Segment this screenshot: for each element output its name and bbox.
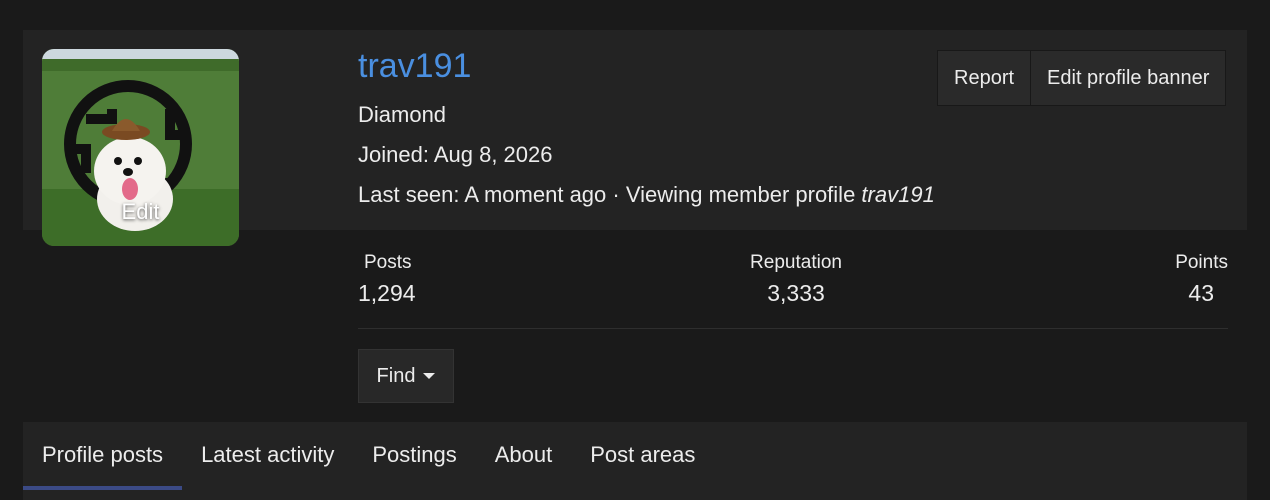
stat-posts[interactable]: Posts 1,294: [358, 252, 416, 307]
username-link[interactable]: trav191: [358, 47, 471, 86]
edit-profile-banner-button[interactable]: Edit profile banner: [1031, 51, 1226, 105]
avatar[interactable]: Edit: [42, 49, 239, 246]
last-seen-username: trav191: [861, 182, 935, 207]
last-seen-text: Last seen: A moment ago · Viewing member…: [358, 182, 862, 207]
find-dropdown-button[interactable]: Find: [358, 349, 454, 403]
tab-about[interactable]: About: [476, 422, 572, 488]
profile-actions: Report Edit profile banner: [937, 50, 1227, 106]
report-button[interactable]: Report: [938, 51, 1032, 105]
stat-reputation-label: Reputation: [750, 252, 842, 273]
stat-posts-label: Posts: [364, 252, 412, 273]
stat-posts-value[interactable]: 1,294: [358, 280, 416, 307]
user-rank: Diamond: [358, 102, 447, 127]
find-label: Find: [376, 364, 416, 387]
joined-date: Joined: Aug 8, 2026: [358, 142, 553, 167]
stat-points[interactable]: Points 43: [1175, 252, 1228, 307]
profile-tabs: Profile posts Latest activity Postings A…: [23, 422, 1247, 500]
caret-down-icon: [423, 373, 436, 379]
stat-points-value[interactable]: 43: [1175, 280, 1228, 307]
tab-latest-activity[interactable]: Latest activity: [182, 422, 353, 488]
stat-reputation: Reputation 3,333: [740, 252, 852, 307]
tab-profile-posts[interactable]: Profile posts: [23, 422, 183, 490]
tab-post-areas[interactable]: Post areas: [571, 422, 714, 488]
stat-reputation-value: 3,333: [767, 280, 825, 306]
stats-divider: [358, 328, 1228, 329]
avatar-edit-label[interactable]: Edit: [42, 199, 239, 225]
last-seen: Last seen: A moment ago · Viewing member…: [358, 182, 935, 208]
tab-postings[interactable]: Postings: [353, 422, 475, 488]
stat-points-label: Points: [1175, 252, 1228, 273]
